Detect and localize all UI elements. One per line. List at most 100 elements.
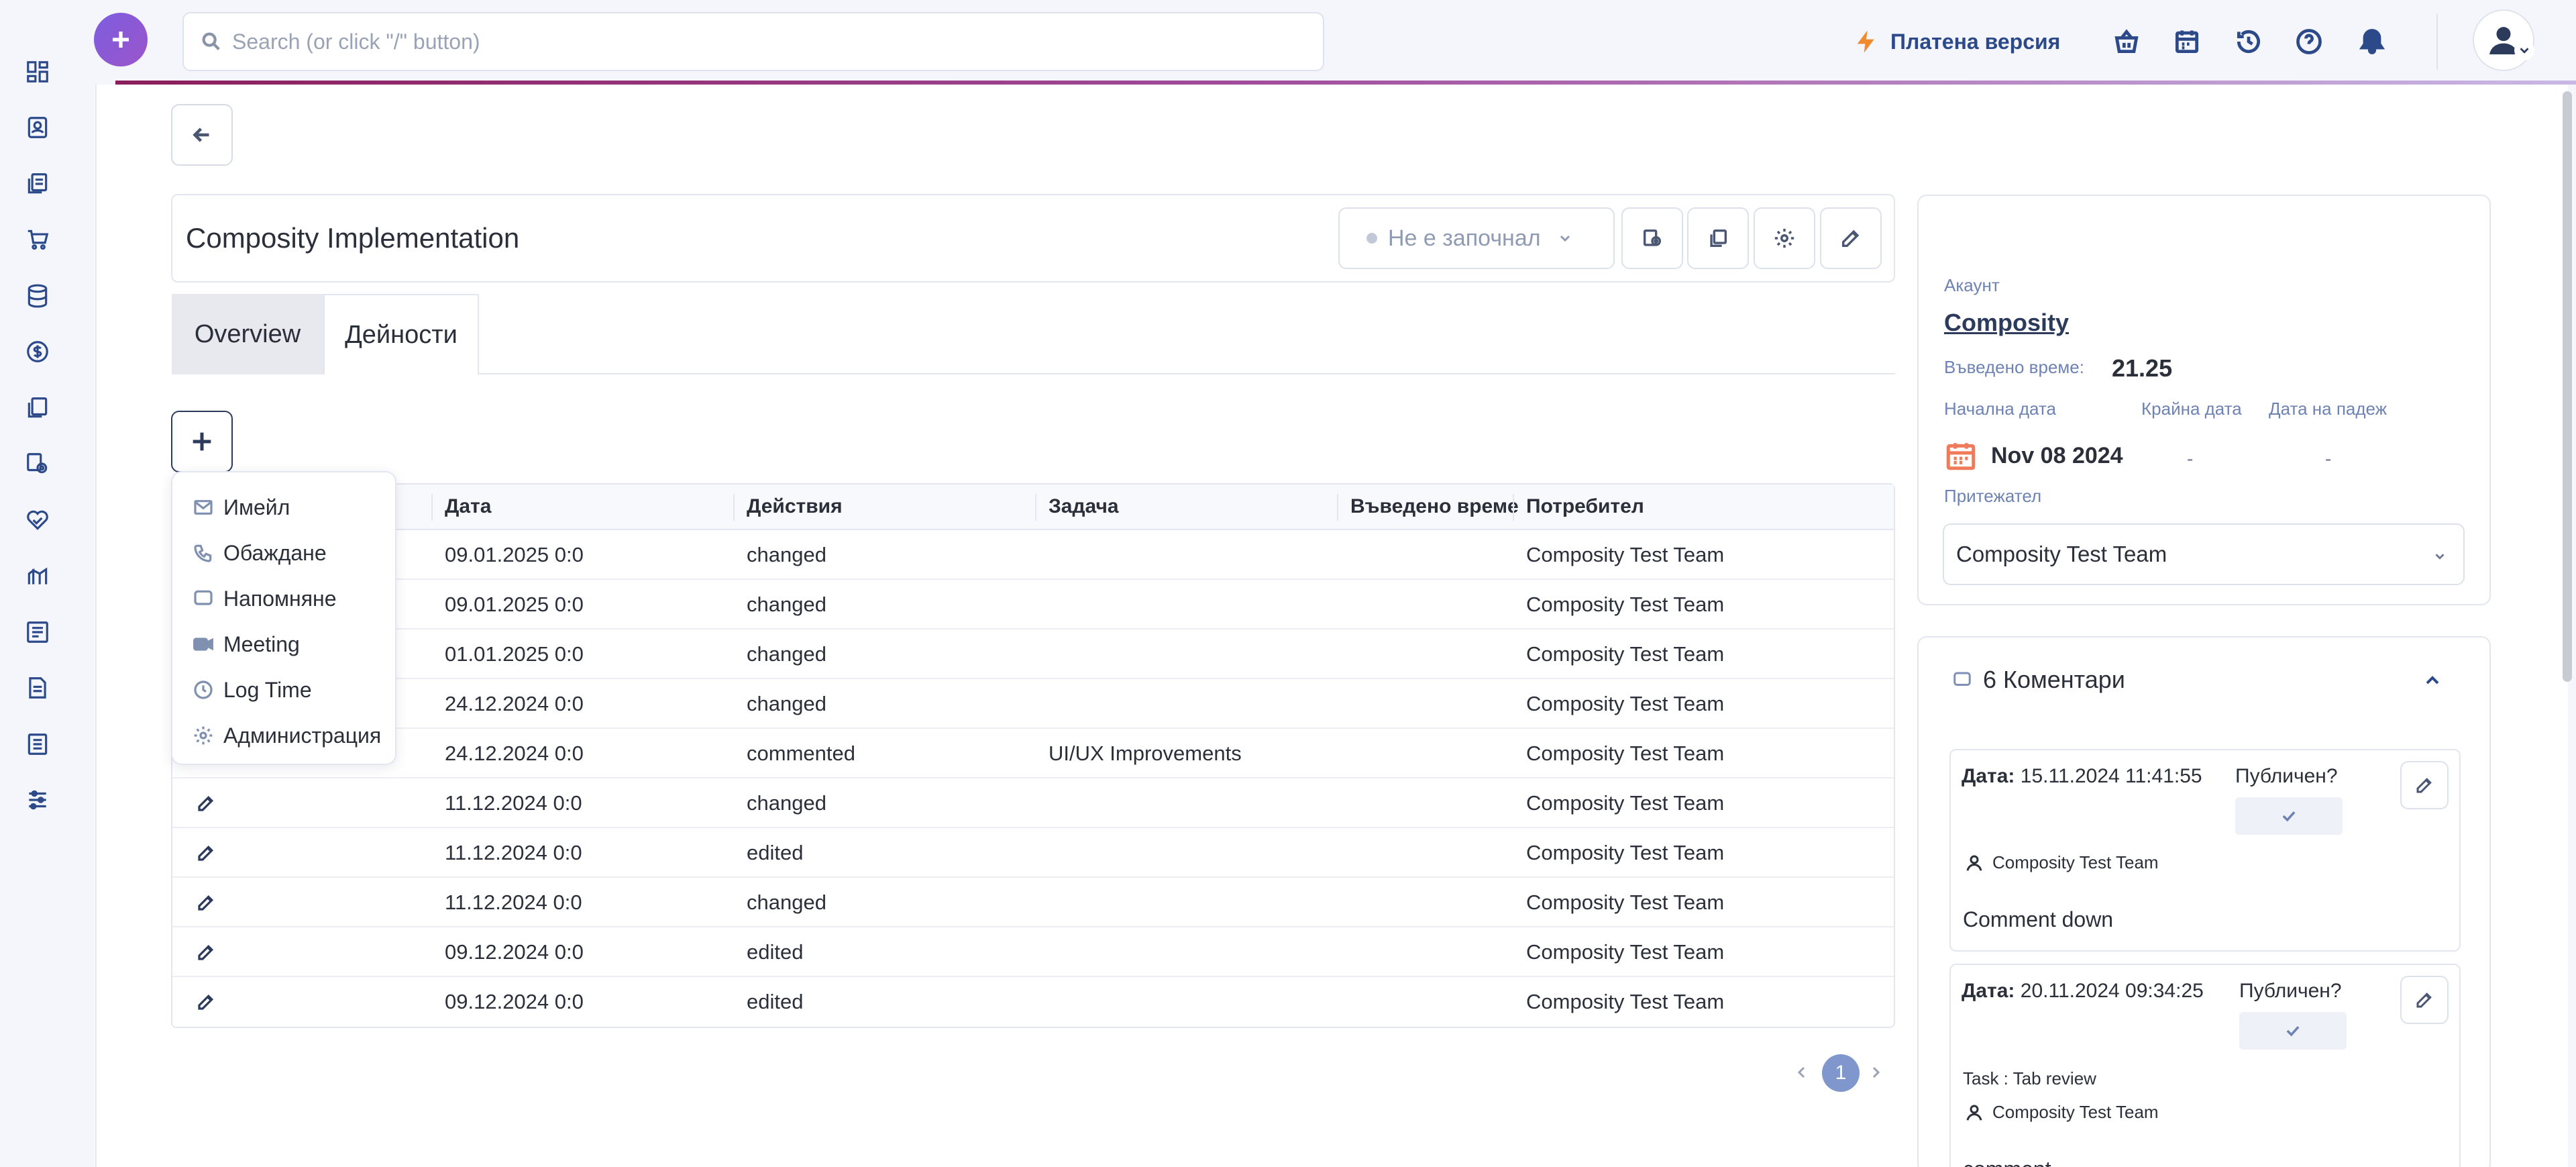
handshake-icon[interactable] — [24, 507, 51, 534]
table-row[interactable]: 09.01.2025 0:0 changed Composity Test Te… — [172, 530, 1894, 580]
contacts-icon[interactable] — [24, 114, 51, 141]
menu-item-meeting[interactable]: Meeting — [193, 624, 300, 664]
published-check[interactable] — [2235, 797, 2343, 835]
row-action: changed — [747, 593, 826, 616]
row-edit-icon[interactable] — [196, 778, 216, 828]
bell-icon[interactable] — [2356, 26, 2388, 58]
table-row[interactable]: 09.01.2025 0:0 changed Composity Test Te… — [172, 580, 1894, 629]
menu-item-log-time[interactable]: Log Time — [193, 670, 312, 710]
project-settings-button[interactable] — [1621, 207, 1683, 269]
header-divider — [2436, 13, 2438, 70]
database-icon[interactable] — [24, 283, 51, 309]
table-row[interactable]: 09.12.2024 0:0 edited Composity Test Tea… — [172, 927, 1894, 977]
duplicate-button[interactable] — [1687, 207, 1749, 269]
table-row[interactable]: 11.12.2024 0:0 changed Composity Test Te… — [172, 878, 1894, 927]
check-icon — [2282, 811, 2296, 822]
history-icon[interactable] — [2233, 26, 2265, 58]
comment-card: Дата: 15.11.2024 11:41:55 Публичен? Comp… — [1949, 749, 2461, 952]
basket-icon[interactable] — [2110, 26, 2143, 58]
sidebar — [0, 0, 75, 1167]
paid-version-link[interactable]: Платена версия — [1853, 23, 2060, 60]
back-button[interactable] — [171, 104, 233, 166]
calendar-icon[interactable] — [2171, 26, 2203, 58]
row-edit-icon[interactable] — [196, 927, 216, 977]
row-edit-icon[interactable] — [196, 878, 216, 927]
row-user: Composity Test Team — [1526, 543, 1725, 566]
menu-item-call[interactable]: Обаждане — [193, 533, 327, 573]
column-header[interactable]: Задача — [1036, 485, 1119, 529]
search-bar[interactable] — [182, 12, 1324, 71]
owner-select[interactable]: Composity Test Team — [1943, 523, 2465, 585]
help-icon[interactable] — [2293, 26, 2325, 58]
search-input[interactable] — [232, 29, 1238, 54]
row-date: 11.12.2024 0:0 — [445, 841, 582, 864]
published-check[interactable] — [2239, 1012, 2347, 1050]
tab-activities[interactable]: Дейности — [323, 294, 479, 374]
row-date: 11.12.2024 0:0 — [445, 791, 582, 815]
cart-icon[interactable] — [24, 226, 51, 253]
column-header[interactable]: Потребител — [1514, 485, 1644, 529]
row-user: Composity Test Team — [1526, 791, 1725, 815]
table-row[interactable]: 11.12.2024 0:0 edited Composity Test Tea… — [172, 828, 1894, 878]
records-icon[interactable] — [24, 731, 51, 758]
documents-icon[interactable] — [24, 170, 51, 197]
comment-icon — [1953, 672, 1971, 686]
menu-item-label: Имейл — [223, 495, 290, 519]
table-row[interactable]: 11.12.2024 0:0 changed Composity Test Te… — [172, 778, 1894, 828]
end-date-label: Крайна дата — [2141, 399, 2242, 419]
sliders-icon[interactable] — [24, 787, 51, 813]
comment-author: Composity Test Team — [1964, 1102, 2159, 1123]
table-row[interactable]: 09.12.2024 0:0 edited Composity Test Tea… — [172, 977, 1894, 1027]
invoice-icon[interactable] — [24, 674, 51, 701]
row-action: edited — [747, 990, 804, 1013]
lightning-icon — [1857, 30, 1874, 53]
chevron-up-icon[interactable] — [2422, 670, 2443, 691]
add-activity-button[interactable] — [171, 411, 233, 472]
column-header[interactable]: Действия — [735, 485, 843, 529]
comment-author: Composity Test Team — [1964, 852, 2159, 873]
time-value: 21.25 — [2112, 354, 2173, 382]
menu-item-reminder[interactable]: Напомняне — [193, 578, 337, 619]
finance-icon[interactable] — [24, 338, 51, 365]
row-user: Composity Test Team — [1526, 990, 1725, 1013]
quick-create-button[interactable] — [94, 13, 148, 66]
comment-edit-button[interactable] — [2400, 761, 2449, 809]
user-avatar[interactable] — [2473, 9, 2534, 71]
row-action: changed — [747, 642, 826, 666]
time-label: Въведено време: — [1944, 357, 2084, 377]
settings-button[interactable] — [1754, 207, 1815, 269]
row-user: Composity Test Team — [1526, 940, 1725, 964]
phone-icon — [194, 544, 212, 562]
pagination-page[interactable]: 1 — [1822, 1054, 1860, 1092]
pagination-next[interactable] — [1865, 1058, 1886, 1087]
menu-item-email[interactable]: Имейл — [193, 487, 290, 527]
menu-item-label: Log Time — [223, 677, 312, 702]
menu-item-label: Meeting — [223, 631, 300, 656]
copy-icon — [1710, 229, 1727, 248]
dashboard-icon[interactable] — [24, 58, 51, 85]
status-select[interactable]: Не е започнал — [1338, 207, 1615, 269]
edit-button[interactable] — [1820, 207, 1882, 269]
scrollbar[interactable] — [2563, 91, 2572, 682]
menu-item-administration[interactable]: Администрация — [193, 715, 381, 756]
comments-header[interactable]: 6 Коментари — [1952, 666, 2125, 694]
row-edit-icon[interactable] — [196, 977, 216, 1027]
account-link[interactable]: Composity — [1944, 309, 2069, 337]
settings-gear-icon[interactable] — [24, 450, 51, 477]
start-date-value: Nov 08 2024 — [1991, 443, 2123, 468]
reports-icon[interactable] — [24, 619, 51, 646]
table-row[interactable]: 24.12.2024 0:0 commented UI/UX Improveme… — [172, 729, 1894, 778]
start-date-label: Начална дата — [1944, 399, 2057, 419]
table-row[interactable]: 01.01.2025 0:0 changed Composity Test Te… — [172, 629, 1894, 679]
pagination-prev[interactable] — [1791, 1058, 1813, 1087]
tab-overview[interactable]: Overview — [172, 294, 323, 374]
column-header[interactable]: Дата — [433, 485, 491, 529]
column-header[interactable]: Въведено време — [1338, 485, 1519, 529]
chart-icon[interactable] — [24, 562, 51, 589]
row-user: Composity Test Team — [1526, 891, 1725, 914]
row-user: Composity Test Team — [1526, 692, 1725, 715]
row-edit-icon[interactable] — [196, 828, 216, 878]
files-icon[interactable] — [24, 395, 51, 421]
comment-edit-button[interactable] — [2400, 976, 2449, 1024]
table-row[interactable]: 24.12.2024 0:0 changed Composity Test Te… — [172, 679, 1894, 729]
